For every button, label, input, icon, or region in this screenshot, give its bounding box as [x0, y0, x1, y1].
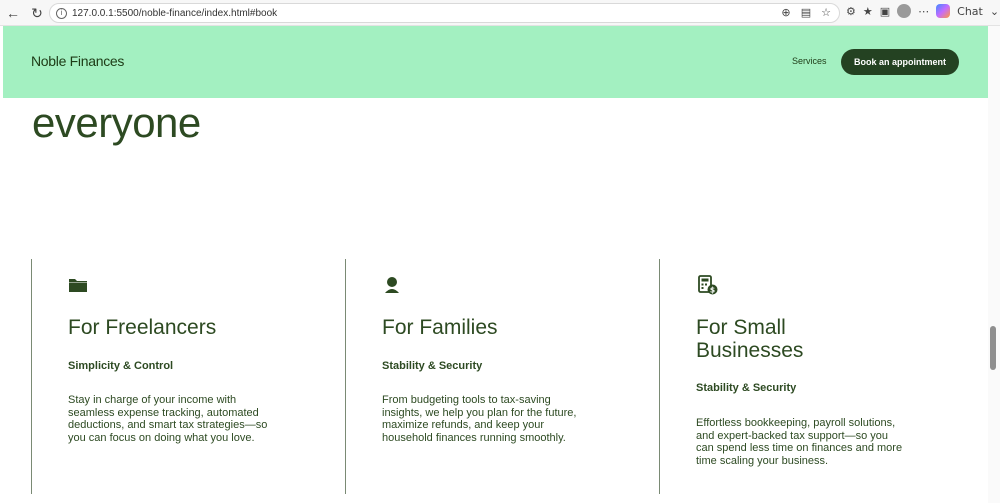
card-title: For Small Businesses — [696, 316, 804, 362]
reader-icon[interactable]: ▤ — [799, 6, 813, 19]
back-icon[interactable]: ← — [2, 2, 24, 24]
folder-icon — [69, 279, 87, 292]
more-menu-icon[interactable]: ⋯ — [918, 5, 929, 18]
reload-icon[interactable]: ↻ — [26, 2, 48, 24]
card-title: For Freelancers — [68, 316, 217, 339]
chevron-down-icon[interactable]: ⌄ — [990, 5, 999, 18]
card-subtitle: Stability & Security — [696, 382, 797, 394]
copilot-icon[interactable] — [936, 4, 951, 18]
card-subtitle: Simplicity & Control — [68, 360, 174, 372]
svg-text:$: $ — [710, 285, 715, 294]
zoom-icon[interactable]: ⊕ — [779, 6, 793, 19]
card-body: From budgeting tools to tax-saving insig… — [382, 394, 577, 444]
page-scrollbar[interactable] — [988, 26, 1000, 503]
site-info-icon[interactable]: i — [56, 7, 67, 19]
person-icon — [385, 277, 399, 293]
card-subtitle: Stability & Security — [382, 360, 483, 372]
chat-label[interactable]: Chat — [957, 5, 983, 18]
card-body: Effortless bookkeeping, payroll solution… — [696, 417, 903, 467]
card-body: Stay in charge of your income with seaml… — [68, 394, 268, 444]
favorites-icon[interactable]: ★ — [863, 5, 873, 18]
profile-avatar-icon[interactable] — [897, 4, 912, 18]
nav-link-services[interactable]: Services — [792, 56, 827, 66]
book-appointment-button[interactable]: Book an appointment — [841, 49, 959, 75]
collections-icon[interactable]: ▣ — [880, 5, 890, 18]
card-divider — [659, 259, 660, 494]
card-divider — [31, 259, 32, 494]
brand-logo[interactable]: Noble Finances — [31, 53, 124, 69]
site-header: Noble Finances Services Book an appointm… — [3, 26, 988, 98]
hero-heading: everyone — [32, 99, 201, 146]
calculator-dollar-icon: $ — [698, 275, 718, 295]
scrollbar-thumb[interactable] — [990, 326, 996, 370]
browser-toolbar: ← ↻ i 127.0.0.1:5500/noble-finance/index… — [0, 0, 1000, 26]
card-title: For Families — [382, 316, 498, 339]
card-divider — [345, 259, 346, 494]
favorite-star-icon[interactable]: ☆ — [819, 6, 833, 19]
extensions-icon[interactable]: ⚙ — [846, 5, 856, 18]
address-bar[interactable]: i 127.0.0.1:5500/noble-finance/index.htm… — [49, 3, 840, 23]
url-text: 127.0.0.1:5500/noble-finance/index.html#… — [72, 7, 278, 19]
